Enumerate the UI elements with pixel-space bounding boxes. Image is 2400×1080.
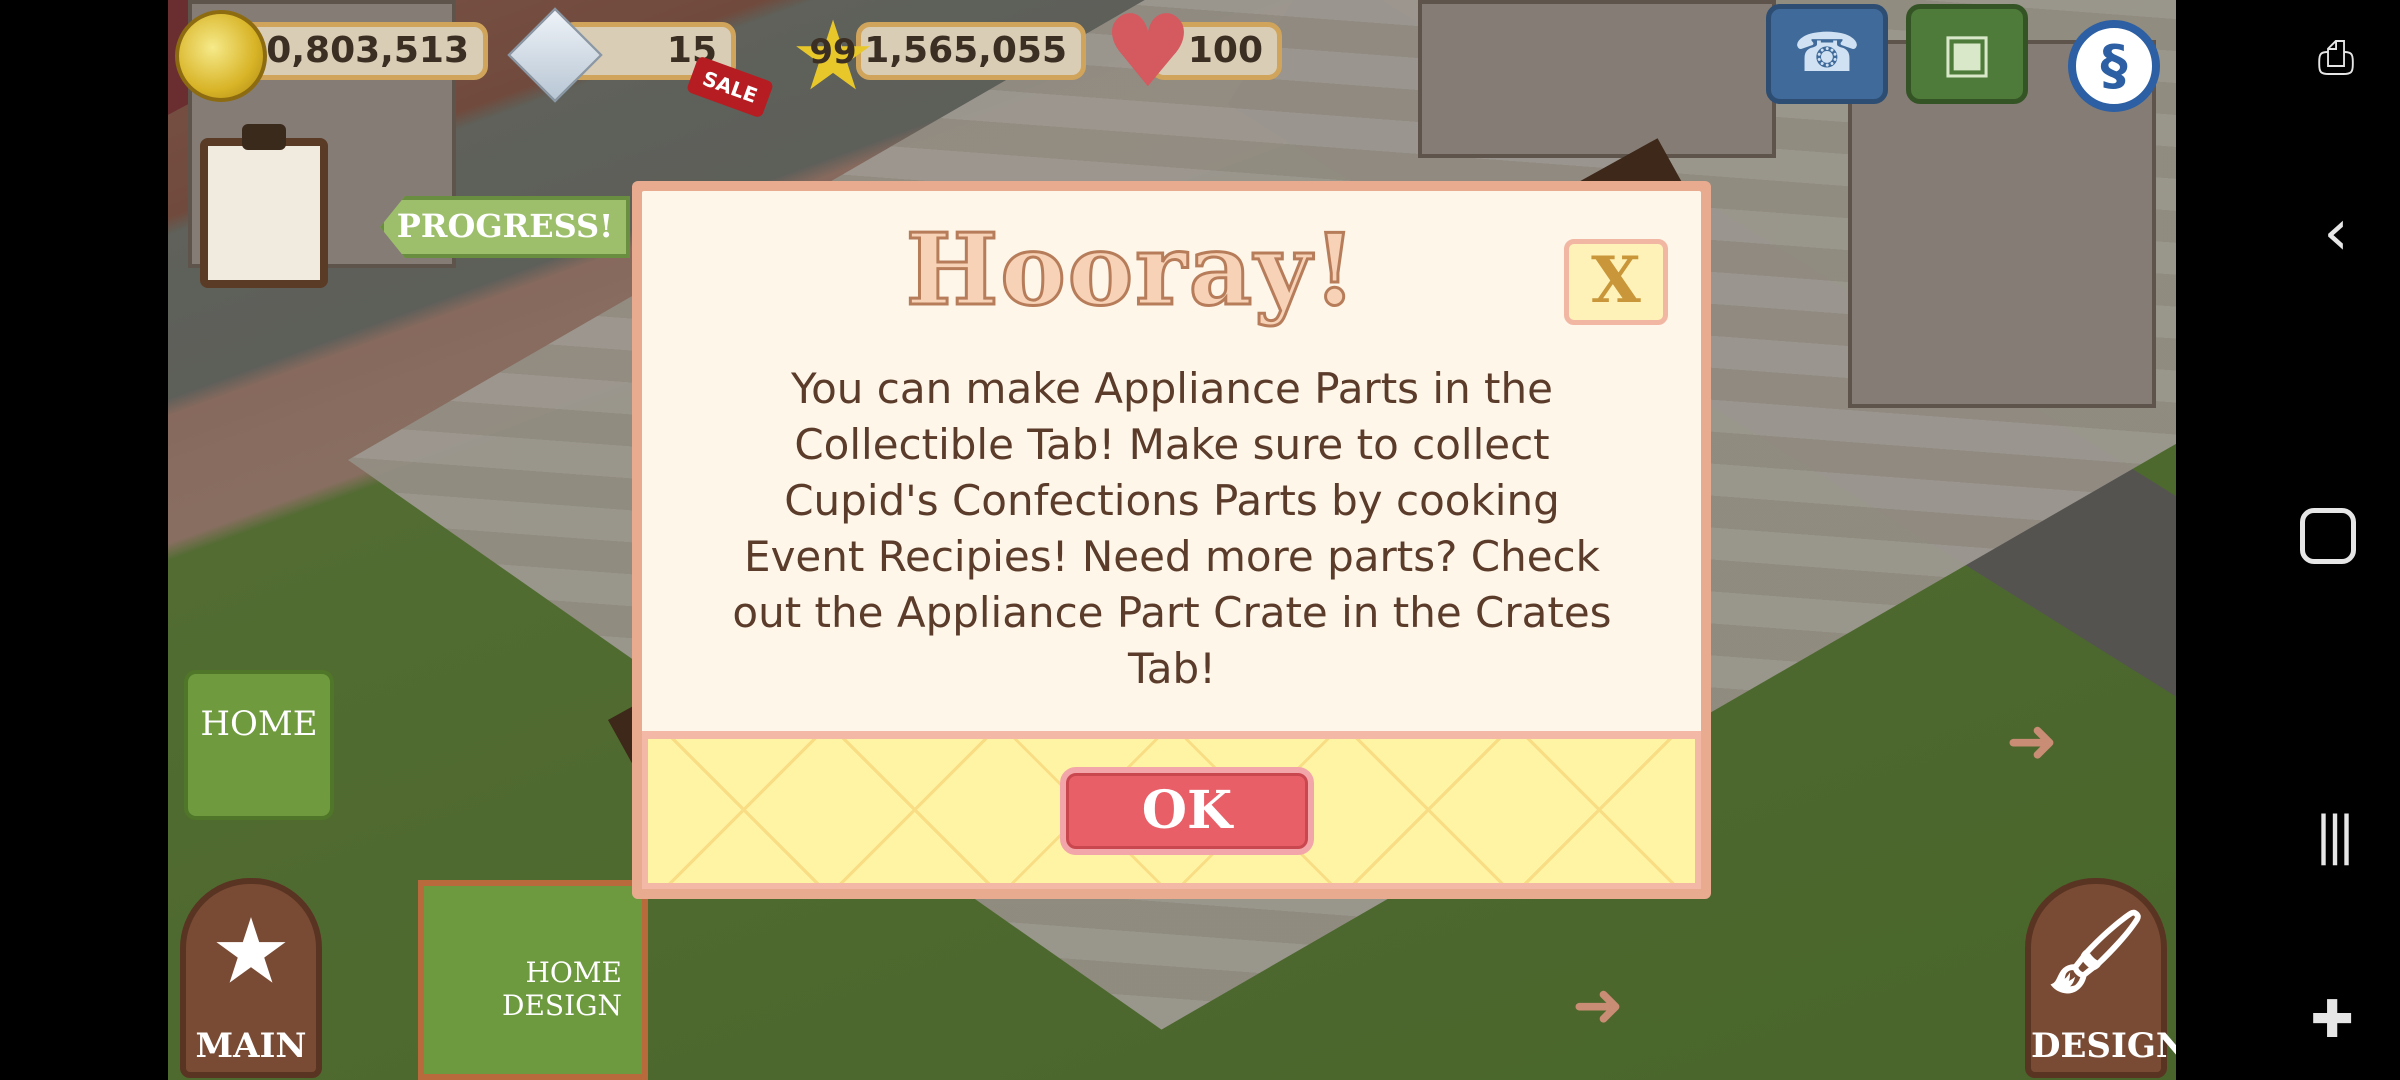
ok-button[interactable]: OK bbox=[1060, 767, 1314, 855]
heart-icon: ♥ bbox=[1103, 0, 1193, 110]
dialog-body: Hooray! X You can make Appliance Parts i… bbox=[642, 191, 1701, 889]
home-button[interactable]: HOME bbox=[184, 670, 334, 820]
clipboard-button[interactable] bbox=[200, 124, 328, 288]
dialog-footer: OK bbox=[642, 731, 1701, 889]
main-label: MAIN bbox=[195, 1026, 307, 1066]
design-label: DESIGN bbox=[2031, 1026, 2187, 1066]
s-badge-button[interactable]: § bbox=[2068, 20, 2160, 112]
book-star-icon: ★ bbox=[215, 904, 287, 998]
camera-button[interactable]: ▣ bbox=[1906, 4, 2028, 104]
design-button[interactable]: 🖌 DESIGN bbox=[2025, 878, 2187, 1078]
coins-counter: 40,803,513 bbox=[228, 22, 488, 80]
android-nav-bar: ⎙ ‹ ||| ✚ bbox=[2176, 0, 2400, 1080]
dialog-message: You can make Appliance Parts in the Coll… bbox=[732, 364, 1612, 693]
left-letterbox bbox=[0, 0, 168, 1080]
home-design-book[interactable]: HOME DESIGN bbox=[418, 880, 648, 1080]
home-icon[interactable] bbox=[2300, 508, 2356, 564]
level-number: 99 bbox=[809, 32, 857, 72]
expand-arrow-icon[interactable]: ➜ bbox=[1572, 968, 1624, 1041]
paint-roller-icon: 🖌 bbox=[2045, 904, 2147, 998]
phone-icon: ☎ bbox=[1793, 21, 1861, 84]
progress-button[interactable]: PROGRESS! bbox=[380, 196, 630, 258]
main-button[interactable]: ★ MAIN bbox=[180, 878, 322, 1078]
camera-icon: ▣ bbox=[1941, 21, 1993, 84]
screen-lock-icon[interactable]: ⎙ bbox=[2306, 30, 2366, 90]
coin-icon bbox=[175, 10, 267, 102]
hooray-dialog: Hooray! X You can make Appliance Parts i… bbox=[632, 181, 1711, 899]
close-button[interactable]: X bbox=[1564, 239, 1668, 325]
back-icon[interactable]: ‹ bbox=[2306, 196, 2366, 270]
dialog-title: Hooray! bbox=[904, 212, 1359, 330]
s-badge-icon: § bbox=[2100, 34, 2128, 97]
phone-button[interactable]: ☎ bbox=[1766, 4, 1888, 104]
gamepad-icon[interactable]: ✚ bbox=[2300, 990, 2364, 1054]
xp-counter: 1,565,055 bbox=[856, 22, 1086, 80]
expand-arrow-icon[interactable]: ➜ bbox=[2006, 704, 2058, 777]
recents-icon[interactable]: ||| bbox=[2302, 806, 2362, 866]
